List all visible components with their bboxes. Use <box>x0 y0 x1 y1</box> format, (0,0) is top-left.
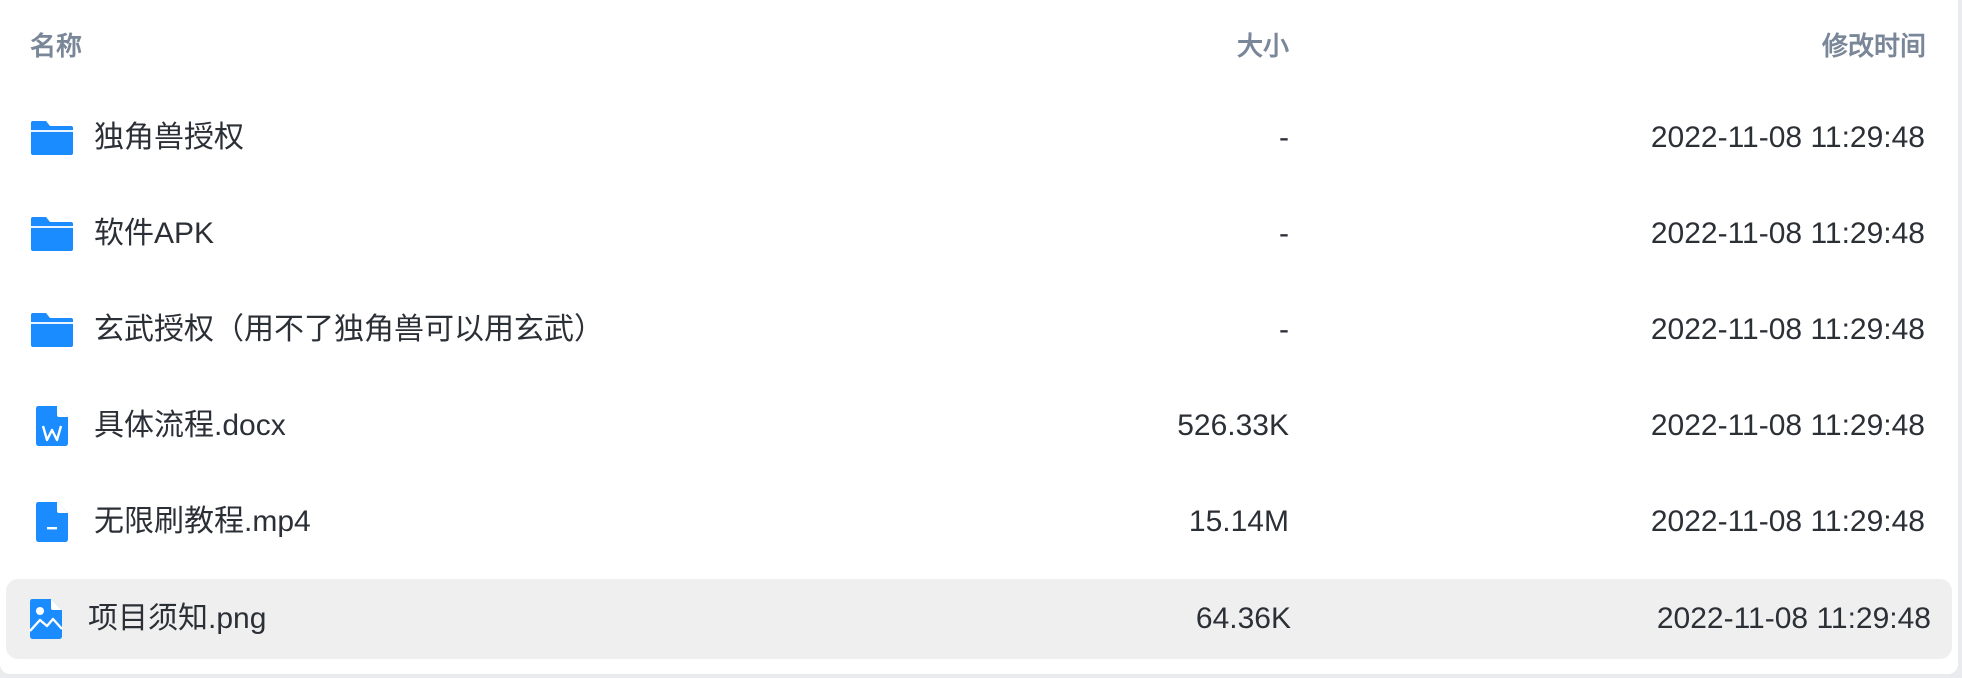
file-modified-time: 2022-11-08 11:29:48 <box>1650 409 1925 442</box>
column-header-modified[interactable]: 修改时间 <box>1822 26 1926 63</box>
file-modified-time: 2022-11-08 11:29:48 <box>1650 121 1925 154</box>
column-header-name[interactable]: 名称 <box>30 26 82 63</box>
file-modified-time: 2022-11-08 11:29:48 <box>1656 602 1931 635</box>
file-row[interactable]: 无限刷教程.mp4 15.14M 2022-11-08 11:29:48 <box>6 482 1952 562</box>
file-name: 无限刷教程.mp4 <box>94 505 311 538</box>
file-list-header: 名称 大小 修改时间 <box>0 0 1958 88</box>
column-header-size[interactable]: 大小 <box>1237 26 1289 63</box>
file-row[interactable]: 具体流程.docx 526.33K 2022-11-08 11:29:48 <box>6 386 1952 466</box>
file-size: - <box>1279 217 1289 250</box>
file-size: 526.33K <box>1177 409 1289 442</box>
file-row[interactable]: 玄武授权（用不了独角兽可以用玄武） - 2022-11-08 11:29:48 <box>6 290 1952 370</box>
file-name: 项目须知.png <box>88 602 267 635</box>
image-file-icon <box>24 597 68 641</box>
file-size: 64.36K <box>1195 602 1291 635</box>
file-size: - <box>1279 121 1289 154</box>
folder-icon <box>30 308 74 352</box>
file-name: 具体流程.docx <box>94 409 286 442</box>
file-row-selected[interactable]: 项目须知.png 64.36K 2022-11-08 11:29:48 <box>6 579 1952 659</box>
video-file-icon <box>30 500 74 544</box>
file-name: 独角兽授权 <box>94 121 244 154</box>
file-row[interactable]: 独角兽授权 - 2022-11-08 11:29:48 <box>6 98 1952 178</box>
file-modified-time: 2022-11-08 11:29:48 <box>1650 505 1925 538</box>
file-modified-time: 2022-11-08 11:29:48 <box>1650 217 1925 250</box>
file-size: - <box>1279 313 1289 346</box>
file-name: 玄武授权（用不了独角兽可以用玄武） <box>94 313 604 346</box>
file-list-panel: 名称 大小 修改时间 独角兽授权 - 2022-11-08 11:29:48 软… <box>0 0 1958 674</box>
word-document-icon <box>30 404 74 448</box>
folder-icon <box>30 116 74 160</box>
folder-icon <box>30 212 74 256</box>
file-modified-time: 2022-11-08 11:29:48 <box>1650 313 1925 346</box>
file-size: 15.14M <box>1188 505 1289 538</box>
file-row[interactable]: 软件APK - 2022-11-08 11:29:48 <box>6 194 1952 274</box>
file-name: 软件APK <box>94 217 215 250</box>
